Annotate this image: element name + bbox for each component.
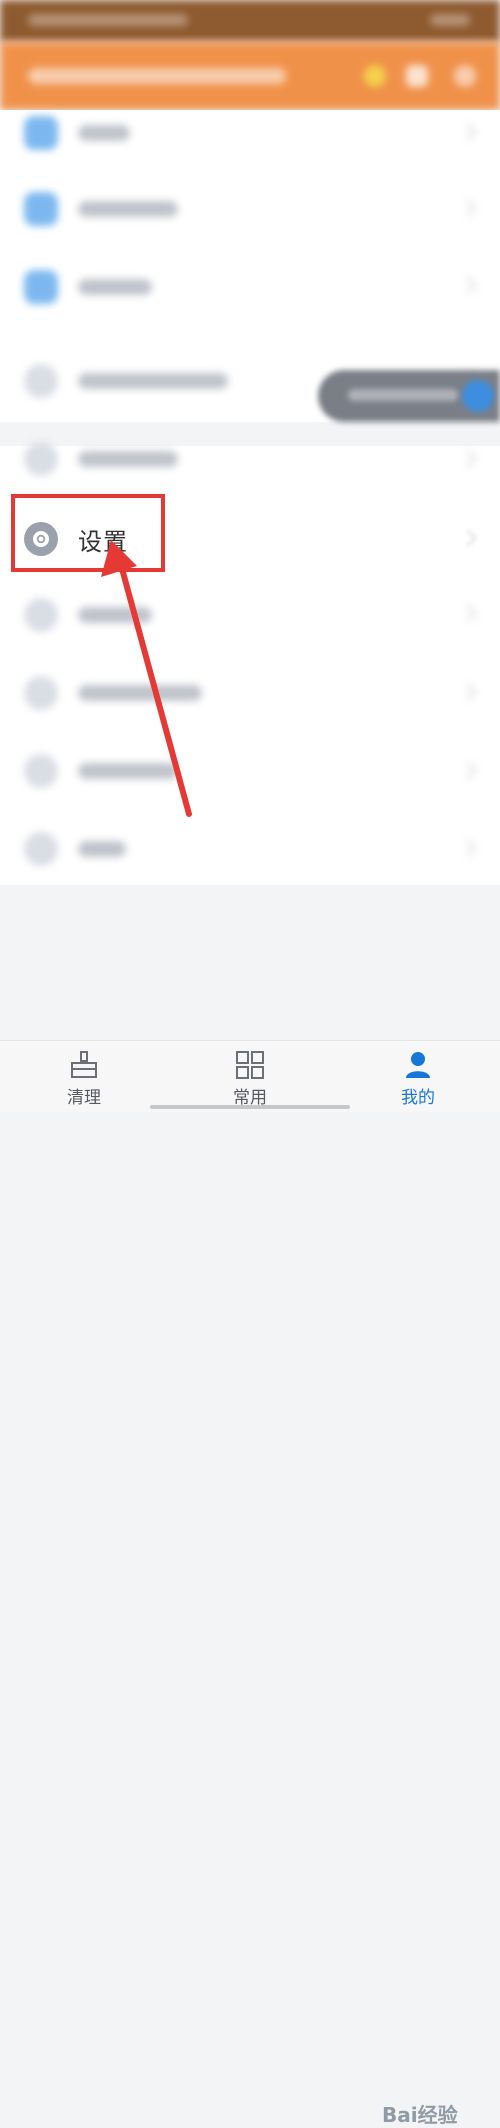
broom-icon [69,1051,99,1083]
annotation-arrow-icon [101,540,192,817]
tab-common[interactable]: 常用 [190,1041,310,1112]
tab-label: 我的 [401,1088,435,1108]
tab-clean[interactable]: 清理 [24,1041,144,1112]
profile-icon [403,1051,433,1083]
baidu-jingyan-watermark: Bai经验 [382,2103,458,2127]
tab-label: 清理 [67,1088,101,1108]
tab-mine[interactable]: 我的 [358,1041,478,1112]
home-indicator [150,1105,350,1109]
grid-icon [235,1051,265,1083]
bottom-tab-bar: 清理 常用 我的 Bai经验 [0,1040,500,2127]
